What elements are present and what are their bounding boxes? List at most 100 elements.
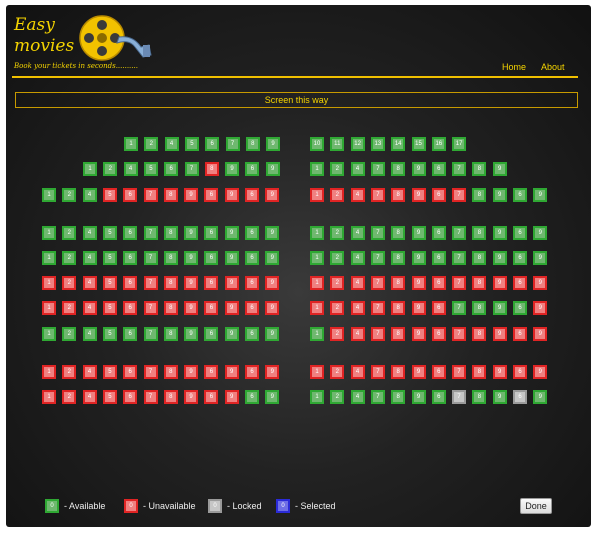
seat-unavailable[interactable]: 9 [411,276,426,290]
seat-available[interactable]: 9 [184,226,199,240]
seat-unavailable[interactable]: 1 [310,301,324,315]
seat-unavailable[interactable]: 2 [330,188,345,202]
seat-unavailable[interactable]: 5 [102,276,117,290]
seat-unavailable[interactable]: 7 [370,276,385,290]
seat-available[interactable]: 6 [123,226,138,240]
seat-unavailable[interactable]: 9 [492,365,507,379]
seat-unavailable[interactable]: 6 [123,301,138,315]
seat-available[interactable]: 2 [103,162,118,176]
seat-available[interactable]: 6 [513,226,527,240]
seat-available[interactable]: 10 [310,137,324,151]
seat-unavailable[interactable]: 4 [350,188,365,202]
seat-unavailable[interactable]: 8 [163,365,178,379]
seat-available[interactable]: 4 [350,251,365,265]
seat-available[interactable]: 4 [164,137,179,151]
seat-unavailable[interactable]: 6 [204,188,219,202]
seat-available[interactable]: 7 [225,137,240,151]
seat-unavailable[interactable]: 6 [513,276,527,290]
seat-available[interactable]: 11 [330,137,345,151]
seat-available[interactable]: 6 [513,251,527,265]
seat-available[interactable]: 17 [452,137,467,151]
seat-available[interactable]: 1 [42,327,56,341]
seat-unavailable[interactable]: 6 [431,301,446,315]
seat-available[interactable]: 9 [533,226,548,240]
seat-unavailable[interactable]: 2 [330,365,345,379]
seat-available[interactable]: 1 [83,162,97,176]
seat-unavailable[interactable]: 2 [330,301,345,315]
seat-available[interactable]: 4 [82,327,97,341]
seat-available[interactable]: 14 [391,137,406,151]
seat-available[interactable]: 7 [143,251,158,265]
seat-unavailable[interactable]: 9 [265,276,280,290]
seat-available[interactable]: 9 [265,226,280,240]
seat-unavailable[interactable]: 6 [123,276,138,290]
seat-available[interactable]: 9 [411,251,426,265]
seat-unavailable[interactable]: 8 [472,276,487,290]
seat-available[interactable]: 7 [452,226,467,240]
seat-unavailable[interactable]: 1 [42,365,56,379]
seat-unavailable[interactable]: 8 [391,365,406,379]
seat-available[interactable]: 9 [224,251,239,265]
seat-unavailable[interactable]: 9 [184,276,199,290]
seat-unavailable[interactable]: 4 [350,301,365,315]
seat-available[interactable]: 9 [265,390,280,404]
seat-available[interactable]: 6 [245,327,259,341]
seat-unavailable[interactable]: 4 [350,327,365,341]
seat-unavailable[interactable]: 7 [143,365,158,379]
seat-available[interactable]: 6 [245,226,259,240]
seat-available[interactable]: 6 [513,301,527,315]
seat-available[interactable]: 9 [533,188,548,202]
seat-available[interactable]: 6 [205,137,220,151]
seat-available[interactable]: 6 [245,251,259,265]
seat-unavailable[interactable]: 8 [472,365,487,379]
seat-available[interactable]: 6 [431,162,446,176]
seat-available[interactable]: 4 [350,390,365,404]
seat-available[interactable]: 8 [472,162,487,176]
seat-unavailable[interactable]: 7 [370,188,385,202]
seat-unavailable[interactable]: 5 [102,301,117,315]
seat-unavailable[interactable]: 6 [245,188,259,202]
seat-unavailable[interactable]: 4 [350,365,365,379]
seat-available[interactable]: 1 [310,162,324,176]
seat-unavailable[interactable]: 7 [452,365,467,379]
seat-available[interactable]: 2 [62,188,77,202]
seat-available[interactable]: 9 [184,251,199,265]
seat-unavailable[interactable]: 8 [391,276,406,290]
seat-unavailable[interactable]: 5 [102,365,117,379]
seat-available[interactable]: 2 [330,226,345,240]
seat-available[interactable]: 9 [492,251,507,265]
seat-unavailable[interactable]: 9 [184,188,199,202]
seat-available[interactable]: 5 [184,137,199,151]
seat-unavailable[interactable]: 4 [82,365,97,379]
seat-available[interactable]: 4 [123,162,138,176]
seat-available[interactable]: 12 [350,137,365,151]
seat-available[interactable]: 8 [391,226,406,240]
seat-unavailable[interactable]: 8 [163,390,178,404]
seat-available[interactable]: 6 [204,251,219,265]
seat-available[interactable]: 1 [310,226,324,240]
seat-locked[interactable]: 7 [452,390,467,404]
seat-available[interactable]: 6 [164,162,179,176]
seat-unavailable[interactable]: 7 [143,390,158,404]
seat-unavailable[interactable]: 9 [184,390,199,404]
seat-unavailable[interactable]: 6 [513,365,527,379]
seat-unavailable[interactable]: 9 [265,301,280,315]
seat-available[interactable]: 9 [492,390,507,404]
seat-unavailable[interactable]: 8 [163,188,178,202]
seat-unavailable[interactable]: 8 [391,327,406,341]
seat-unavailable[interactable]: 2 [62,276,77,290]
seat-unavailable[interactable]: 6 [513,327,527,341]
seat-unavailable[interactable]: 9 [492,276,507,290]
seat-unavailable[interactable]: 8 [204,162,219,176]
seat-available[interactable]: 9 [492,162,507,176]
seat-available[interactable]: 4 [82,226,97,240]
seat-unavailable[interactable]: 9 [265,365,280,379]
seat-available[interactable]: 8 [472,226,487,240]
seat-unavailable[interactable]: 5 [102,390,117,404]
seat-unavailable[interactable]: 6 [123,188,138,202]
seat-available[interactable]: 7 [370,226,385,240]
seat-unavailable[interactable]: 9 [224,301,239,315]
seat-unavailable[interactable]: 1 [42,276,56,290]
seat-available[interactable]: 9 [225,162,240,176]
seat-unavailable[interactable]: 9 [265,188,280,202]
